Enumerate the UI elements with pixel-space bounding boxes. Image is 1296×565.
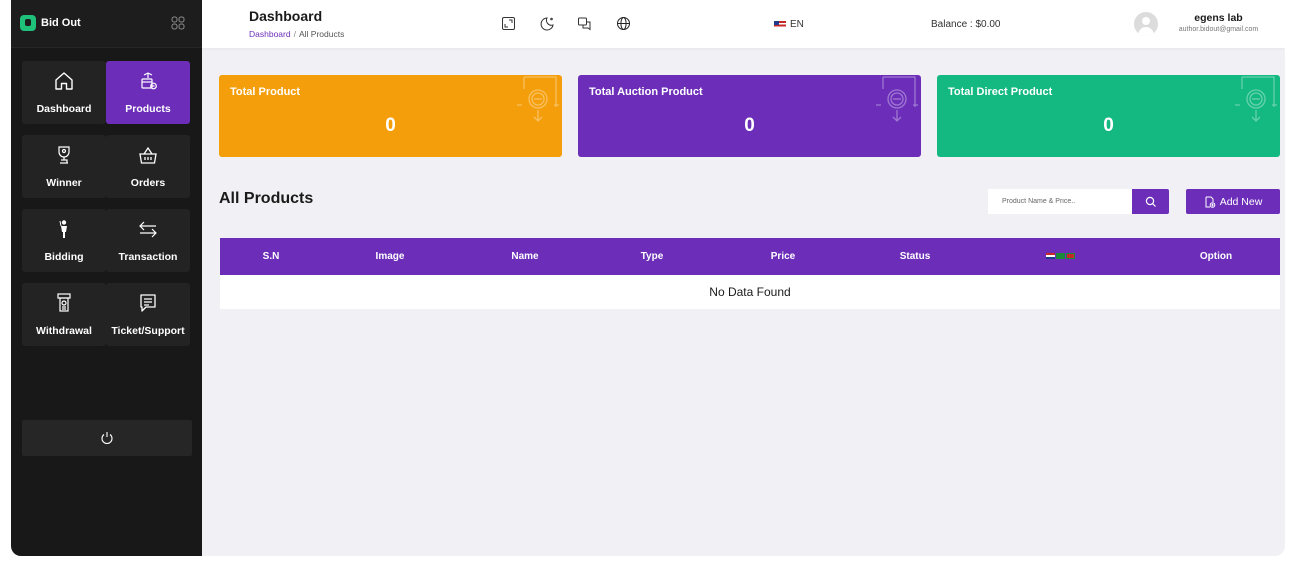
sidebar-item-label: Bidding xyxy=(44,251,84,263)
atm-withdraw-icon xyxy=(57,293,71,312)
language-label: EN xyxy=(790,19,804,30)
app-shell: Bid Out Dashboard Products Winner Orders… xyxy=(11,0,1285,556)
breadcrumb-current: All Products xyxy=(298,29,345,39)
menu-grid-icon[interactable] xyxy=(171,16,185,30)
brand-name: Bid Out xyxy=(41,17,81,29)
us-flag-icon xyxy=(774,21,786,28)
home-icon xyxy=(55,72,73,90)
stat-card-total-auction-product: Total Auction Product 0 xyxy=(578,75,921,157)
user-email: author.bidout@gmail.com xyxy=(1178,26,1259,33)
sidebar-item-label: Orders xyxy=(130,177,166,189)
breadcrumb-link-dashboard[interactable]: Dashboard xyxy=(249,29,291,39)
theme-toggle-icon[interactable] xyxy=(540,16,555,31)
sidebar-item-winner[interactable]: Winner xyxy=(22,135,106,198)
trophy-icon xyxy=(58,146,70,164)
basket-icon xyxy=(139,146,157,164)
products-box-icon xyxy=(141,72,157,90)
sidebar-item-bidding[interactable]: Bidding xyxy=(22,209,106,272)
sidebar-item-transaction[interactable]: Transaction xyxy=(106,209,190,272)
sidebar-item-ticket-support[interactable]: Ticket/Support xyxy=(106,283,190,346)
logout-button[interactable] xyxy=(22,420,192,456)
language-selector[interactable]: EN xyxy=(774,19,804,30)
money-download-icon xyxy=(1235,76,1277,122)
balance-text: Balance : $0.00 xyxy=(931,19,1001,30)
stat-card-title: Total Direct Product xyxy=(948,86,1053,98)
stat-card-value: 0 xyxy=(1103,115,1114,136)
products-table: S.N Image Name Type Price Status Option … xyxy=(220,238,1280,309)
stat-card-title: Total Product xyxy=(230,86,301,98)
bidding-person-icon xyxy=(59,220,67,238)
add-document-icon xyxy=(1205,196,1215,208)
sidebar-item-dashboard[interactable]: Dashboard xyxy=(22,61,106,124)
sidebar-item-products[interactable]: Products xyxy=(106,61,190,124)
breadcrumb-separator: / xyxy=(293,29,296,39)
sidebar-item-withdrawal[interactable]: Withdrawal xyxy=(22,283,106,346)
page-title: Dashboard xyxy=(249,8,323,24)
stat-card-value: 0 xyxy=(385,115,396,136)
column-header-name: Name xyxy=(511,251,539,262)
column-header-price: Price xyxy=(770,251,796,262)
money-download-icon xyxy=(517,76,559,122)
bd-flag-icon xyxy=(1066,253,1075,259)
avatar[interactable] xyxy=(1134,12,1158,36)
breadcrumb: Dashboard / All Products xyxy=(249,29,344,39)
sidebar-item-label: Transaction xyxy=(118,251,178,263)
sidebar-item-label: Withdrawal xyxy=(36,325,92,337)
search-icon xyxy=(1145,196,1156,207)
empty-state-row: No Data Found xyxy=(220,275,1280,309)
top-bar: Dashboard Dashboard / All Products EN Ba… xyxy=(202,0,1285,48)
messages-icon[interactable] xyxy=(577,16,592,31)
sidebar-item-orders[interactable]: Orders xyxy=(106,135,190,198)
money-download-icon xyxy=(876,76,918,122)
table-header: S.N Image Name Type Price Status Option xyxy=(220,238,1280,275)
stat-card-total-product: Total Product 0 xyxy=(219,75,562,157)
column-header-option: Option xyxy=(1199,251,1233,262)
add-new-label: Add New xyxy=(1219,195,1263,208)
section-title: All Products xyxy=(219,190,314,207)
column-header-status: Status xyxy=(899,251,931,262)
sidebar-item-label: Dashboard xyxy=(36,103,92,115)
brand-bar: Bid Out xyxy=(11,0,202,48)
stat-card-value: 0 xyxy=(744,115,755,136)
empty-state-text: No Data Found xyxy=(709,285,791,299)
stat-card-title: Total Auction Product xyxy=(589,86,703,98)
stat-card-total-direct-product: Total Direct Product 0 xyxy=(937,75,1280,157)
logo-icon xyxy=(20,15,36,31)
sidebar: Bid Out Dashboard Products Winner Orders… xyxy=(11,0,202,556)
language-flags-column xyxy=(1046,253,1075,259)
column-header-sn: S.N xyxy=(262,251,280,262)
ticket-message-icon xyxy=(140,294,156,312)
user-name: egens lab xyxy=(1194,12,1243,24)
column-header-type: Type xyxy=(640,251,664,262)
sidebar-item-label: Winner xyxy=(46,177,82,189)
globe-icon[interactable] xyxy=(616,16,631,31)
search-input[interactable] xyxy=(988,189,1132,214)
power-icon xyxy=(101,432,113,445)
search-button[interactable] xyxy=(1132,189,1169,214)
add-new-button[interactable]: Add New xyxy=(1186,189,1280,214)
us-flag-icon xyxy=(1046,253,1055,259)
transfer-arrows-icon xyxy=(139,221,157,238)
sidebar-item-label: Ticket/Support xyxy=(111,325,185,337)
fullscreen-icon[interactable] xyxy=(501,16,516,31)
sa-flag-icon xyxy=(1056,253,1065,259)
column-header-image: Image xyxy=(375,251,405,262)
sidebar-item-label: Products xyxy=(125,103,171,115)
